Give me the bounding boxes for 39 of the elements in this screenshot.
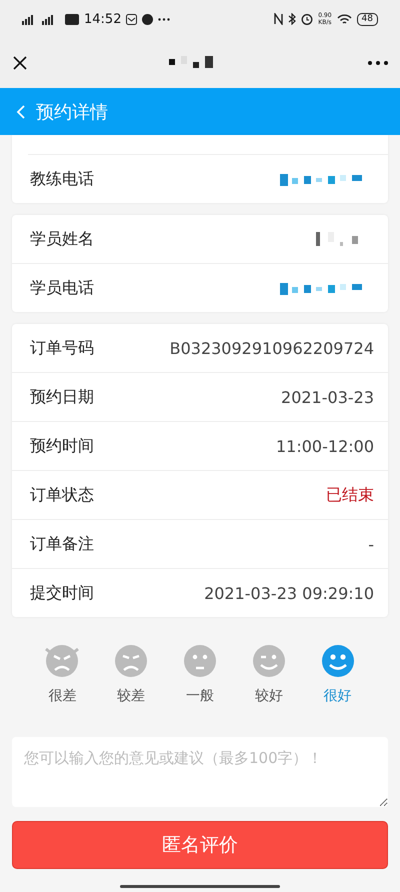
more-icon[interactable] bbox=[368, 61, 388, 65]
neutral-face-icon bbox=[182, 643, 218, 679]
field-value: - bbox=[368, 534, 374, 554]
rating-option[interactable]: 较差 bbox=[113, 643, 150, 719]
battery-icon: 48 bbox=[356, 12, 378, 26]
hd-icon bbox=[65, 14, 79, 24]
sad-face-icon bbox=[113, 643, 150, 679]
rating-option[interactable]: 一般 bbox=[182, 643, 218, 719]
mail-icon bbox=[126, 14, 138, 24]
back-icon[interactable] bbox=[16, 104, 26, 120]
close-icon[interactable] bbox=[12, 55, 28, 71]
rating-option[interactable]: 较好 bbox=[250, 643, 287, 719]
field-label: 订单备注 bbox=[30, 534, 94, 554]
status-value: 已结束 bbox=[326, 484, 374, 506]
page-title: 预约详情 bbox=[36, 100, 108, 124]
field-label: 学员姓名 bbox=[30, 228, 94, 250]
wifi-icon bbox=[336, 14, 352, 24]
clock-time: 14:52 bbox=[84, 12, 122, 26]
angry-face-icon bbox=[44, 643, 80, 679]
app-icon bbox=[142, 14, 154, 24]
comment-field[interactable]: 您可以输入您的意见或建议（最多100字）！ bbox=[12, 737, 388, 807]
alarm-icon bbox=[301, 13, 314, 25]
field-label: 学员电话 bbox=[30, 278, 94, 298]
field-value: B0323092910962209724 bbox=[170, 338, 374, 358]
field-value: 2021-03-23 bbox=[281, 388, 374, 406]
bluetooth-icon bbox=[288, 13, 296, 25]
more-icon bbox=[158, 18, 170, 20]
field-label: 订单号码 bbox=[30, 338, 94, 358]
field-value: 2021-03-23 09:29:10 bbox=[204, 584, 374, 602]
field-label: 提交时间 bbox=[30, 582, 94, 604]
rating-option[interactable]: 很差 bbox=[44, 643, 80, 719]
smiley-face-icon bbox=[320, 643, 356, 679]
field-label: 预约时间 bbox=[30, 436, 94, 456]
field-value: 11:00-12:00 bbox=[276, 436, 374, 456]
field-label: 预约日期 bbox=[30, 386, 94, 408]
field-label: 订单状态 bbox=[30, 484, 94, 506]
nfc-icon bbox=[274, 13, 284, 25]
field-label: 教练电话 bbox=[30, 168, 94, 190]
winking-face-icon bbox=[250, 643, 287, 679]
